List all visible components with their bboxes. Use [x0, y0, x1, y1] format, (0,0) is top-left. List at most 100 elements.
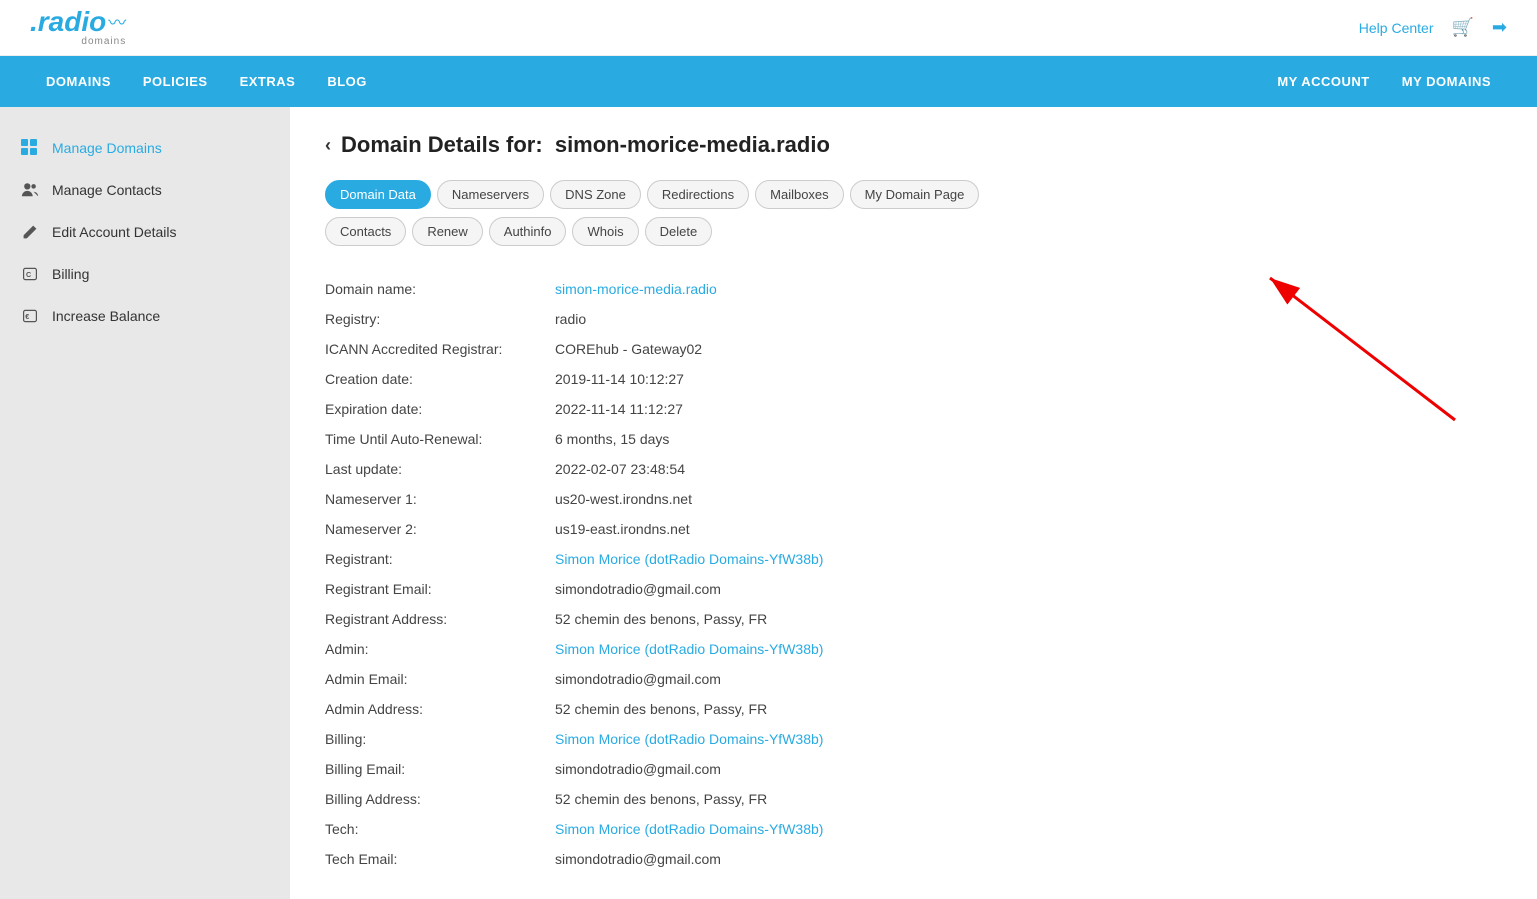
detail-row: Billing:Simon Morice (dotRadio Domains-Y…: [325, 724, 1502, 754]
detail-label: Billing:: [325, 731, 555, 747]
detail-label: Registry:: [325, 311, 555, 327]
logo-sub: domains: [81, 36, 126, 47]
detail-row: Admin Address:52 chemin des benons, Pass…: [325, 694, 1502, 724]
detail-row: ICANN Accredited Registrar:COREhub - Gat…: [325, 334, 1502, 364]
detail-row: Registrant Address:52 chemin des benons,…: [325, 604, 1502, 634]
detail-row: Admin Email:simondotradio@gmail.com: [325, 664, 1502, 694]
tab-contacts[interactable]: Contacts: [325, 217, 406, 246]
sidebar-item-manage-contacts[interactable]: Manage Contacts: [0, 169, 290, 211]
tabs-row: Domain Data Nameservers DNS Zone Redirec…: [325, 180, 1502, 209]
detail-label: Registrant:: [325, 551, 555, 567]
login-icon[interactable]: ➡: [1492, 17, 1507, 38]
nav-my-account[interactable]: MY ACCOUNT: [1261, 56, 1385, 107]
page-layout: Manage Domains Manage Contacts Edit Acco…: [0, 107, 1537, 899]
sidebar-item-billing[interactable]: C Billing: [0, 253, 290, 295]
detail-label: Tech Email:: [325, 851, 555, 867]
main-nav: DOMAINS POLICIES EXTRAS BLOG MY ACCOUNT …: [0, 56, 1537, 107]
detail-value: 52 chemin des benons, Passy, FR: [555, 701, 767, 717]
detail-label: Tech:: [325, 821, 555, 837]
detail-value[interactable]: Simon Morice (dotRadio Domains-YfW38b): [555, 821, 823, 837]
sidebar-item-manage-domains[interactable]: Manage Domains: [0, 127, 290, 169]
detail-row: Creation date:2019-11-14 10:12:27: [325, 364, 1502, 394]
help-center-link[interactable]: Help Center: [1359, 20, 1434, 36]
sidebar-label-increase-balance: Increase Balance: [52, 308, 160, 324]
grid-icon: [20, 138, 40, 158]
domain-name-title: simon-morice-media.radio: [555, 132, 830, 157]
logo: .radio 〰 domains: [30, 8, 126, 47]
detail-row: Tech:Simon Morice (dotRadio Domains-YfW3…: [325, 814, 1502, 844]
detail-value[interactable]: simon-morice-media.radio: [555, 281, 717, 297]
detail-label: Billing Email:: [325, 761, 555, 777]
logo-text: .radio: [30, 8, 106, 36]
people-icon: [20, 180, 40, 200]
detail-row: Nameserver 2:us19-east.irondns.net: [325, 514, 1502, 544]
sidebar-item-edit-account[interactable]: Edit Account Details: [0, 211, 290, 253]
detail-value: 2019-11-14 10:12:27: [555, 371, 684, 387]
nav-policies[interactable]: POLICIES: [127, 56, 224, 107]
detail-value: 52 chemin des benons, Passy, FR: [555, 611, 767, 627]
detail-row: Billing Address:52 chemin des benons, Pa…: [325, 784, 1502, 814]
tab-nameservers[interactable]: Nameservers: [437, 180, 544, 209]
detail-row: Domain name:simon-morice-media.radio: [325, 274, 1502, 304]
detail-value[interactable]: Simon Morice (dotRadio Domains-YfW38b): [555, 731, 823, 747]
tab-whois[interactable]: Whois: [572, 217, 638, 246]
detail-label: ICANN Accredited Registrar:: [325, 341, 555, 357]
detail-value[interactable]: Simon Morice (dotRadio Domains-YfW38b): [555, 641, 823, 657]
detail-row: Admin:Simon Morice (dotRadio Domains-YfW…: [325, 634, 1502, 664]
detail-row: Registry:radio: [325, 304, 1502, 334]
detail-value: simondotradio@gmail.com: [555, 671, 721, 687]
detail-label: Admin Email:: [325, 671, 555, 687]
detail-value[interactable]: Simon Morice (dotRadio Domains-YfW38b): [555, 551, 823, 567]
detail-label: Creation date:: [325, 371, 555, 387]
money-icon: €: [20, 306, 40, 326]
tab-mailboxes[interactable]: Mailboxes: [755, 180, 844, 209]
detail-value: 2022-11-14 11:12:27: [555, 401, 683, 417]
detail-row: Tech Email:simondotradio@gmail.com: [325, 844, 1502, 874]
tab-domain-data[interactable]: Domain Data: [325, 180, 431, 209]
detail-label: Nameserver 1:: [325, 491, 555, 507]
tabs-container: Domain Data Nameservers DNS Zone Redirec…: [325, 180, 1502, 246]
detail-row: Registrant:Simon Morice (dotRadio Domain…: [325, 544, 1502, 574]
tab-renew[interactable]: Renew: [412, 217, 482, 246]
sidebar-label-edit-account: Edit Account Details: [52, 224, 177, 240]
page-title-prefix: Domain Details for:: [341, 132, 543, 157]
detail-value: simondotradio@gmail.com: [555, 851, 721, 867]
tab-dns-zone[interactable]: DNS Zone: [550, 180, 641, 209]
svg-text:C: C: [26, 270, 31, 279]
logo-wave-icon: 〰: [108, 9, 126, 35]
detail-label: Registrant Address:: [325, 611, 555, 627]
detail-value: simondotradio@gmail.com: [555, 581, 721, 597]
nav-blog[interactable]: BLOG: [311, 56, 383, 107]
detail-value: us20-west.irondns.net: [555, 491, 692, 507]
sidebar-label-manage-domains: Manage Domains: [52, 140, 162, 156]
back-arrow-button[interactable]: ‹: [325, 135, 331, 156]
tab-authinfo[interactable]: Authinfo: [489, 217, 567, 246]
page-title-row: ‹ Domain Details for: simon-morice-media…: [325, 132, 1502, 158]
sidebar-label-manage-contacts: Manage Contacts: [52, 182, 162, 198]
nav-domains[interactable]: DOMAINS: [30, 56, 127, 107]
left-nav: DOMAINS POLICIES EXTRAS BLOG: [30, 56, 383, 107]
detail-label: Time Until Auto-Renewal:: [325, 431, 555, 447]
detail-row: Last update:2022-02-07 23:48:54: [325, 454, 1502, 484]
sidebar-item-increase-balance[interactable]: € Increase Balance: [0, 295, 290, 337]
nav-my-domains[interactable]: MY DOMAINS: [1386, 56, 1507, 107]
tabs-row-2: Contacts Renew Authinfo Whois Delete: [325, 217, 1502, 246]
svg-text:€: €: [25, 312, 29, 321]
tab-my-domain-page[interactable]: My Domain Page: [850, 180, 980, 209]
detail-row: Expiration date:2022-11-14 11:12:27: [325, 394, 1502, 424]
detail-row: Nameserver 1:us20-west.irondns.net: [325, 484, 1502, 514]
sidebar: Manage Domains Manage Contacts Edit Acco…: [0, 107, 290, 899]
tab-delete[interactable]: Delete: [645, 217, 713, 246]
top-right-actions: Help Center 🛒 ➡: [1359, 17, 1507, 38]
detail-value: COREhub - Gateway02: [555, 341, 702, 357]
main-content: ‹ Domain Details for: simon-morice-media…: [290, 107, 1537, 899]
detail-label: Domain name:: [325, 281, 555, 297]
detail-value: radio: [555, 311, 586, 327]
nav-extras[interactable]: EXTRAS: [224, 56, 312, 107]
detail-value: simondotradio@gmail.com: [555, 761, 721, 777]
detail-label: Admin:: [325, 641, 555, 657]
page-title: Domain Details for: simon-morice-media.r…: [341, 132, 830, 158]
cart-icon[interactable]: 🛒: [1451, 17, 1473, 38]
detail-label: Registrant Email:: [325, 581, 555, 597]
tab-redirections[interactable]: Redirections: [647, 180, 749, 209]
